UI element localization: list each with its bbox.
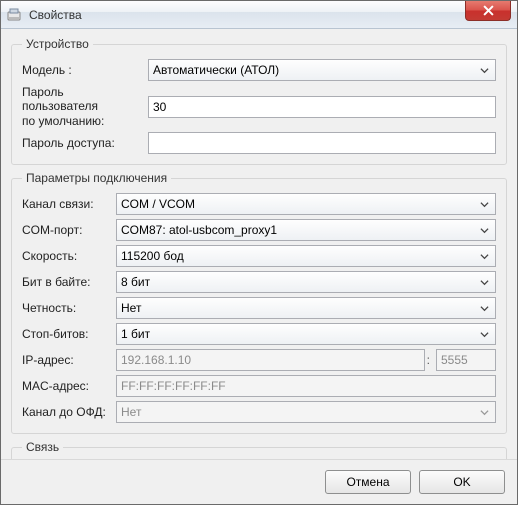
chevron-down-icon	[477, 226, 491, 235]
parity-select[interactable]: Нет	[116, 297, 496, 319]
chevron-down-icon	[477, 200, 491, 209]
mac-input[interactable]	[116, 375, 496, 397]
properties-window: Свойства Устройство Модель : Автоматичес…	[0, 0, 518, 505]
bits-label: Бит в байте:	[22, 275, 110, 289]
channel-select[interactable]: COM / VCOM	[116, 193, 496, 215]
app-icon	[7, 7, 23, 23]
ip-input[interactable]	[116, 349, 425, 371]
group-link: Связь Результат: [3] Порт занят Поиск Пр…	[11, 440, 507, 459]
speed-select[interactable]: 115200 бод	[116, 245, 496, 267]
model-label: Модель :	[22, 63, 142, 77]
ofd-value: Нет	[121, 405, 141, 419]
channel-value: COM / VCOM	[121, 197, 195, 211]
model-select[interactable]: Автоматически (АТОЛ)	[148, 59, 496, 81]
parity-value: Нет	[121, 301, 141, 315]
stopbits-label: Стоп-битов:	[22, 327, 110, 341]
userpw-label: Пароль пользователя по умолчанию:	[22, 85, 142, 128]
chevron-down-icon	[477, 252, 491, 261]
userpw-input[interactable]	[148, 96, 496, 118]
close-button[interactable]	[465, 1, 511, 21]
parity-label: Четность:	[22, 301, 110, 315]
group-device-legend: Устройство	[22, 37, 93, 51]
ofd-select[interactable]: Нет	[116, 401, 496, 423]
stopbits-select[interactable]: 1 бит	[116, 323, 496, 345]
ip-label: IP-адрес:	[22, 353, 110, 367]
chevron-down-icon	[477, 304, 491, 313]
chevron-down-icon	[477, 330, 491, 339]
comport-select[interactable]: COM87: atol-usbcom_proxy1	[116, 219, 496, 241]
titlebar: Свойства	[1, 1, 517, 29]
bits-select[interactable]: 8 бит	[116, 271, 496, 293]
mac-label: MAC-адрес:	[22, 379, 110, 393]
window-title: Свойства	[29, 8, 82, 22]
group-connection: Параметры подключения Канал связи: COM /…	[11, 171, 507, 434]
comport-value: COM87: atol-usbcom_proxy1	[121, 223, 277, 237]
chevron-down-icon	[477, 278, 491, 287]
chevron-down-icon	[477, 66, 491, 75]
dialog-body: Устройство Модель : Автоматически (АТОЛ)…	[1, 29, 517, 459]
group-device: Устройство Модель : Автоматически (АТОЛ)…	[11, 37, 507, 165]
group-link-legend: Связь	[22, 440, 63, 454]
stopbits-value: 1 бит	[121, 327, 150, 341]
speed-value: 115200 бод	[121, 249, 184, 263]
speed-label: Скорость:	[22, 249, 110, 263]
dialog-footer: Отмена OK	[1, 459, 517, 504]
accesspw-label: Пароль доступа:	[22, 136, 142, 150]
group-connection-legend: Параметры подключения	[22, 171, 171, 185]
comport-label: COM-порт:	[22, 223, 110, 237]
channel-label: Канал связи:	[22, 197, 110, 211]
ofd-label: Канал до ОФД:	[22, 405, 110, 419]
ip-port-input[interactable]	[436, 349, 496, 371]
chevron-down-icon	[477, 408, 491, 417]
accesspw-input[interactable]	[148, 132, 496, 154]
ok-button[interactable]: OK	[419, 470, 505, 494]
cancel-button[interactable]: Отмена	[325, 470, 411, 494]
bits-value: 8 бит	[121, 275, 150, 289]
model-value: Автоматически (АТОЛ)	[153, 63, 279, 77]
ip-port-separator: :	[425, 353, 432, 367]
